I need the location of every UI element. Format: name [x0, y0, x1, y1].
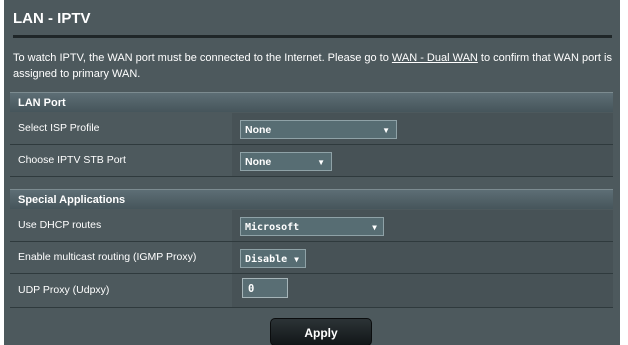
chevron-down-icon: ▼ — [372, 223, 377, 232]
page-title: LAN - IPTV — [13, 10, 91, 27]
isp-profile-label: Select ISP Profile — [10, 113, 232, 144]
info-text-start: To watch IPTV, the WAN port must be conn… — [13, 52, 392, 64]
special-applications-section-header: Special Applications — [10, 189, 613, 209]
isp-profile-selected-value: None — [245, 124, 272, 136]
wan-dual-wan-link[interactable]: WAN - Dual WAN — [392, 52, 478, 64]
dhcp-routes-label: Use DHCP routes — [10, 210, 232, 241]
igmp-proxy-selected-value: Disable — [245, 254, 288, 265]
stb-port-select[interactable]: None ▼ — [240, 152, 332, 171]
stb-port-selected-value: None — [245, 156, 272, 168]
dhcp-routes-row: Use DHCP routes Microsoft ▼ — [10, 210, 613, 242]
udpxy-row: UDP Proxy (Udpxy) 0 — [10, 274, 613, 308]
udpxy-port-input[interactable]: 0 — [242, 278, 288, 298]
stb-port-value-cell: None ▼ — [232, 145, 613, 176]
igmp-proxy-value-cell: Disable ▼ — [232, 242, 613, 273]
igmp-proxy-row: Enable multicast routing (IGMP Proxy) Di… — [10, 242, 613, 274]
chevron-down-icon: ▼ — [317, 158, 325, 167]
stb-port-row: Choose IPTV STB Port None ▼ — [10, 145, 613, 177]
igmp-proxy-select[interactable]: Disable ▼ — [240, 249, 306, 268]
igmp-proxy-label: Enable multicast routing (IGMP Proxy) — [10, 242, 232, 273]
chevron-down-icon: ▼ — [382, 126, 390, 135]
chevron-down-icon: ▼ — [294, 255, 299, 264]
iptv-panel: LAN - IPTV To watch IPTV, the WAN port m… — [4, 0, 620, 345]
apply-button[interactable]: Apply — [270, 318, 372, 345]
isp-profile-select[interactable]: None ▼ — [240, 120, 397, 139]
lan-port-section-header: LAN Port — [10, 92, 613, 112]
udpxy-label: UDP Proxy (Udpxy) — [10, 274, 232, 307]
isp-profile-row: Select ISP Profile None ▼ — [10, 113, 613, 145]
dhcp-routes-select[interactable]: Microsoft ▼ — [240, 217, 384, 236]
dhcp-routes-selected-value: Microsoft — [245, 222, 300, 233]
info-text: To watch IPTV, the WAN port must be conn… — [13, 50, 613, 82]
title-divider — [13, 35, 612, 38]
isp-profile-value-cell: None ▼ — [232, 113, 613, 144]
page-scrollbar[interactable] — [620, 0, 628, 345]
dhcp-routes-value-cell: Microsoft ▼ — [232, 210, 613, 241]
udpxy-value-cell: 0 — [232, 274, 613, 307]
stb-port-label: Choose IPTV STB Port — [10, 145, 232, 176]
